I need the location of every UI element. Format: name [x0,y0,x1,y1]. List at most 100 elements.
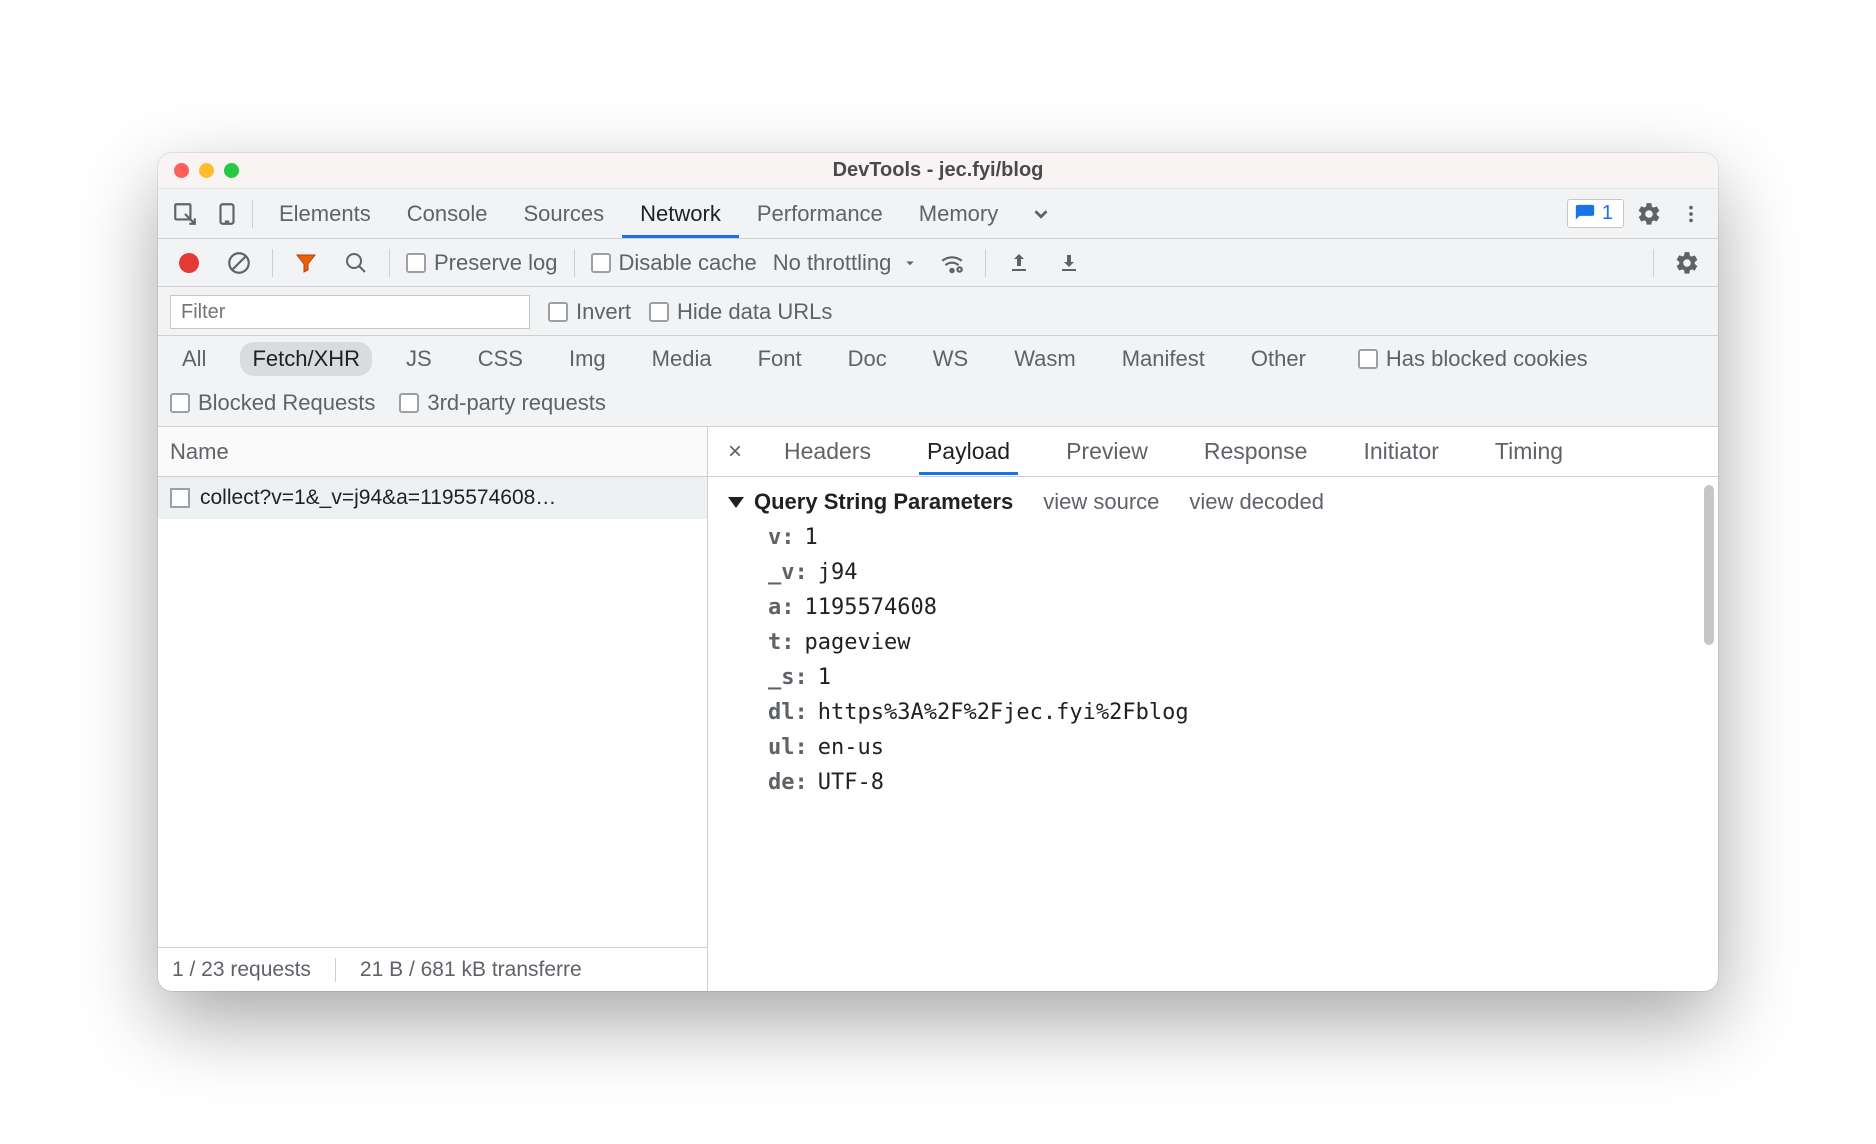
detail-tabs: × Headers Payload Preview Response Initiator… [708,427,1718,477]
type-filter-other[interactable]: Other [1239,342,1318,376]
devtools-window: DevTools - jec.fyi/blog ElementsConsoleS… [158,153,1718,991]
param-value: j94 [818,560,858,585]
query-param: a1195574608 [768,595,1698,620]
has-blocked-cookies-label: Has blocked cookies [1386,346,1588,372]
checkbox-icon [591,253,611,273]
disable-cache-checkbox[interactable]: Disable cache [591,250,757,276]
tab-memory[interactable]: Memory [901,191,1016,237]
column-name: Name [170,439,229,465]
detail-tab-response[interactable]: Response [1196,428,1316,475]
request-row[interactable]: collect?v=1&_v=j94&a=1195574608… [158,477,707,519]
view-source-link[interactable]: view source [1043,489,1159,515]
detail-tab-headers[interactable]: Headers [776,428,879,475]
requests-count: 1 / 23 requests [172,958,311,982]
maximize-window-icon[interactable] [224,163,239,178]
param-key: ul [768,735,808,760]
separator [985,249,986,277]
preserve-log-label: Preserve log [434,250,558,276]
filter-input[interactable] [170,295,530,329]
query-param: v1 [768,525,1698,550]
checkbox-icon [649,302,669,322]
has-blocked-cookies-checkbox[interactable]: Has blocked cookies [1358,346,1588,372]
device-toggle-icon[interactable] [210,197,244,231]
filter-icon[interactable] [289,246,323,280]
type-filter-media[interactable]: Media [640,342,724,376]
minimize-window-icon[interactable] [199,163,214,178]
type-filter-css[interactable]: CSS [466,342,535,376]
network-conditions-icon[interactable] [935,246,969,280]
separator [389,249,390,277]
view-decoded-link[interactable]: view decoded [1189,489,1324,515]
detail-tab-timing[interactable]: Timing [1487,428,1571,475]
inspect-icon[interactable] [168,197,202,231]
tab-sources[interactable]: Sources [505,191,622,237]
type-filter-ws[interactable]: WS [921,342,980,376]
invert-checkbox[interactable]: Invert [548,299,631,325]
separator [1653,249,1654,277]
requests-pane: Name collect?v=1&_v=j94&a=1195574608… 1 … [158,427,708,991]
scrollbar[interactable] [1704,485,1714,645]
kebab-menu-icon[interactable] [1674,197,1708,231]
param-key: dl [768,700,808,725]
file-icon [170,488,190,508]
type-filter-font[interactable]: Font [746,342,814,376]
requests-header: Name [158,427,707,477]
clear-icon[interactable] [222,246,256,280]
panel-tabs: ElementsConsoleSourcesNetworkPerformance… [158,189,1718,239]
invert-label: Invert [576,299,631,325]
more-tabs-icon[interactable] [1024,197,1058,231]
param-value: 1195574608 [805,595,937,620]
extra-filters: Blocked Requests 3rd-party requests [158,384,1718,427]
query-param: deUTF-8 [768,770,1698,795]
payload-body: Query String Parameters view source view… [708,477,1718,991]
type-filter-fetchxhr[interactable]: Fetch/XHR [240,342,372,376]
type-filter-manifest[interactable]: Manifest [1110,342,1217,376]
resource-type-filters: All Fetch/XHR JS CSS Img Media Font Doc WS Wasm Ma… [158,336,1718,384]
upload-har-icon[interactable] [1002,246,1036,280]
close-window-icon[interactable] [174,163,189,178]
type-filter-wasm[interactable]: Wasm [1002,342,1088,376]
preserve-log-checkbox[interactable]: Preserve log [406,250,558,276]
checkbox-icon [170,393,190,413]
checkbox-icon [399,393,419,413]
search-icon[interactable] [339,246,373,280]
tab-elements[interactable]: Elements [261,191,389,237]
detail-tab-initiator[interactable]: Initiator [1355,428,1446,475]
tab-network[interactable]: Network [622,191,739,238]
type-filter-js[interactable]: JS [394,342,444,376]
disclosure-triangle-icon[interactable] [728,497,744,508]
blocked-requests-checkbox[interactable]: Blocked Requests [170,390,375,416]
close-detail-icon[interactable]: × [722,438,748,466]
third-party-label: 3rd-party requests [427,390,606,416]
issues-count: 1 [1602,202,1613,225]
blocked-requests-label: Blocked Requests [198,390,375,416]
issues-badge[interactable]: 1 [1567,199,1624,228]
disable-cache-label: Disable cache [619,250,757,276]
param-value: 1 [818,665,831,690]
detail-tab-preview[interactable]: Preview [1058,428,1156,475]
hide-data-urls-label: Hide data URLs [677,299,832,325]
network-settings-icon[interactable] [1670,246,1704,280]
filter-row: Invert Hide data URLs [158,287,1718,336]
type-filter-img[interactable]: Img [557,342,618,376]
requests-footer: 1 / 23 requests 21 B / 681 kB transferre [158,947,707,991]
third-party-checkbox[interactable]: 3rd-party requests [399,390,606,416]
titlebar: DevTools - jec.fyi/blog [158,153,1718,189]
detail-tab-payload[interactable]: Payload [919,428,1018,475]
requests-transfer: 21 B / 681 kB transferre [360,958,582,982]
record-button[interactable] [172,246,206,280]
window-controls [174,163,239,178]
query-param: dlhttps%3A%2F%2Fjec.fyi%2Fblog [768,700,1698,725]
hide-data-urls-checkbox[interactable]: Hide data URLs [649,299,832,325]
requests-list: collect?v=1&_v=j94&a=1195574608… [158,477,707,947]
throttling-select[interactable]: No throttling [773,250,920,276]
param-value: pageview [805,630,911,655]
type-filter-all[interactable]: All [170,342,218,376]
settings-icon[interactable] [1632,197,1666,231]
tab-console[interactable]: Console [389,191,506,237]
download-har-icon[interactable] [1052,246,1086,280]
type-filter-doc[interactable]: Doc [836,342,899,376]
tab-performance[interactable]: Performance [739,191,901,237]
detail-pane: × Headers Payload Preview Response Initiator… [708,427,1718,991]
query-params-section: Query String Parameters view source view… [728,489,1698,515]
